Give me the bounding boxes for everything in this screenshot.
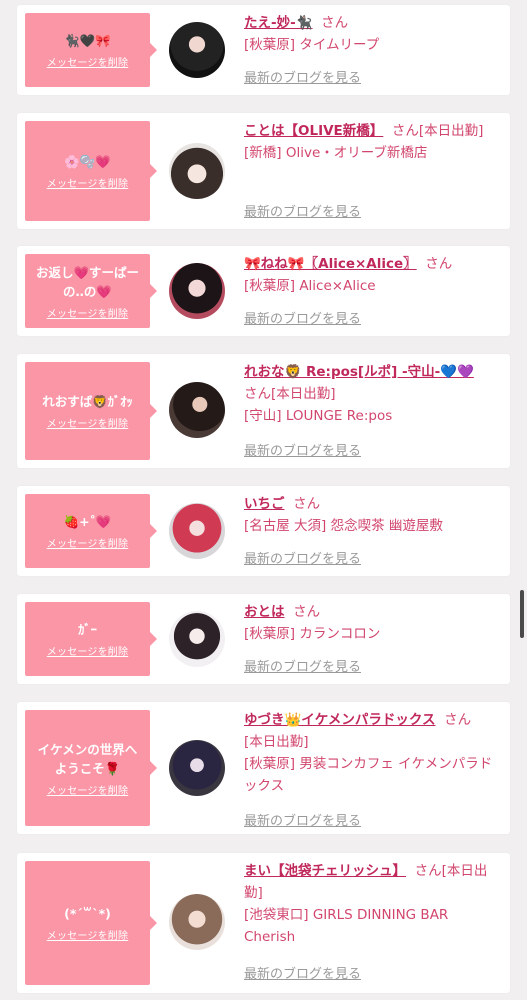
shop-name: [池袋東口] GIRLS DINNING BAR Cherish (244, 907, 449, 945)
message-bubble: 🌸🫧💗 メッセージを削除 (25, 121, 157, 221)
message-card: ｶﾞｰ メッセージを削除 おとは さん [秋葉原] カランコロン 最新のブログを… (17, 594, 510, 684)
shop-name: [新橋] Olive・オリーブ新橋店 (244, 145, 428, 161)
honorific: さん (244, 386, 271, 402)
honorific: さん (321, 15, 349, 31)
avatar[interactable] (169, 263, 225, 319)
message-bubble: ｶﾞｰ メッセージを削除 (25, 602, 157, 676)
honorific: さん (293, 604, 321, 620)
avatar[interactable] (169, 22, 225, 78)
message-card: イケメンの世界へようこそ🌹 メッセージを削除 ゆづき👑イケメンパラドックス さん… (17, 702, 510, 834)
card-info: たえ-妙-🐈‍⬛ さん [秋葉原] タイムリープ (244, 12, 502, 56)
delete-message-link[interactable]: メッセージを削除 (47, 54, 128, 69)
message-bubble: お返し💗すーぱーの‥の💗 メッセージを削除 (25, 254, 157, 328)
message-bubble: (*´꒳`*) メッセージを削除 (25, 861, 157, 985)
message-card: 🐈‍⬛🖤🎀 メッセージを削除 たえ-妙-🐈‍⬛ さん [秋葉原] タイムリープ … (17, 5, 510, 95)
cast-name-link[interactable]: たえ-妙-🐈‍⬛ (244, 15, 313, 31)
cast-name-link[interactable]: 🎀ねね🎀〖Alice×Alice〗 (244, 256, 417, 272)
latest-blog-link[interactable]: 最新のブログを見る (244, 201, 361, 220)
honorific: さん (414, 863, 442, 879)
status-label: [本日出勤] (244, 734, 309, 750)
latest-blog-link[interactable]: 最新のブログを見る (244, 308, 361, 327)
avatar[interactable] (169, 894, 225, 950)
card-info: いちご さん [名古屋 大須] 怨念喫茶 幽遊屋敷 (244, 493, 502, 537)
honorific: さん (444, 712, 472, 728)
shop-name: [秋葉原] Alice×Alice (244, 278, 376, 294)
delete-message-link[interactable]: メッセージを削除 (47, 175, 128, 190)
delete-message-link[interactable]: メッセージを削除 (47, 305, 128, 320)
shop-name: [守山] LOUNGE Re:pos (244, 408, 393, 424)
cast-name-link[interactable]: まい【池袋チェリッシュ】 (244, 863, 406, 879)
message-text: (*´꒳`*) (64, 906, 111, 921)
message-bubble: 🐈‍⬛🖤🎀 メッセージを削除 (25, 13, 157, 87)
scrollbar-thumb[interactable] (520, 590, 524, 638)
shop-name: [名古屋 大須] 怨念喫茶 幽遊屋敷 (244, 518, 443, 534)
avatar[interactable] (169, 382, 225, 438)
message-text: イケメンの世界へようこそ🌹 (37, 741, 138, 776)
delete-message-link[interactable]: メッセージを削除 (47, 535, 128, 550)
card-info: ことは【OLIVE新橋】 さん[本日出勤] [新橋] Olive・オリーブ新橋店 (244, 120, 502, 164)
status-label: [本日出勤] (418, 123, 484, 139)
message-text: 🌸🫧💗 (64, 154, 111, 169)
delete-message-link[interactable]: メッセージを削除 (47, 782, 128, 797)
cast-name-link[interactable]: いちご (244, 496, 285, 512)
message-card: (*´꒳`*) メッセージを削除 まい【池袋チェリッシュ】 さん[本日出勤] [… (17, 853, 510, 993)
card-info: ゆづき👑イケメンパラドックス さん [本日出勤] [秋葉原] 男装コンカフェ イ… (244, 709, 502, 797)
message-text: 🍓+˚💗 (63, 514, 112, 529)
shop-name: [秋葉原] タイムリープ (244, 37, 380, 53)
message-bubble: イケメンの世界へようこそ🌹 メッセージを削除 (25, 710, 157, 826)
latest-blog-link[interactable]: 最新のブログを見る (244, 67, 361, 86)
card-info: まい【池袋チェリッシュ】 さん[本日出勤] [池袋東口] GIRLS DINNI… (244, 860, 502, 948)
card-info: おとは さん [秋葉原] カランコロン (244, 601, 502, 645)
avatar[interactable] (169, 611, 225, 667)
latest-blog-link[interactable]: 最新のブログを見る (244, 810, 361, 829)
message-bubble: れおすば🦁ｶﾞｵｯ メッセージを削除 (25, 362, 157, 460)
message-card: 🍓+˚💗 メッセージを削除 いちご さん [名古屋 大須] 怨念喫茶 幽遊屋敷 … (17, 486, 510, 576)
cast-name-link[interactable]: ことは【OLIVE新橋】 (244, 123, 383, 139)
honorific: さん (391, 123, 419, 139)
card-info: 🎀ねね🎀〖Alice×Alice〗 さん [秋葉原] Alice×Alice (244, 253, 502, 297)
latest-blog-link[interactable]: 最新のブログを見る (244, 548, 361, 567)
message-card: 🌸🫧💗 メッセージを削除 ことは【OLIVE新橋】 さん[本日出勤] [新橋] … (17, 113, 510, 229)
card-info: れおな🦁 Re:pos[ルポ] -守山-💙💜 さん[本日出勤] [守山] LOU… (244, 361, 502, 427)
avatar[interactable] (169, 740, 225, 796)
shop-name: [秋葉原] 男装コンカフェ イケメンパラドックス (244, 756, 493, 794)
honorific: さん (293, 496, 321, 512)
delete-message-link[interactable]: メッセージを削除 (47, 643, 128, 658)
honorific: さん (425, 256, 453, 272)
delete-message-link[interactable]: メッセージを削除 (47, 927, 128, 942)
shop-name: [秋葉原] カランコロン (244, 626, 381, 642)
message-card: お返し💗すーぱーの‥の💗 メッセージを削除 🎀ねね🎀〖Alice×Alice〗 … (17, 246, 510, 336)
avatar[interactable] (169, 143, 225, 199)
message-text: ｶﾞｰ (78, 622, 97, 637)
delete-message-link[interactable]: メッセージを削除 (47, 415, 128, 430)
message-text: 🐈‍⬛🖤🎀 (64, 33, 111, 48)
message-bubble: 🍓+˚💗 メッセージを削除 (25, 494, 157, 568)
message-text: れおすば🦁ｶﾞｵｯ (42, 394, 133, 409)
status-label: [本日出勤] (271, 386, 336, 402)
avatar[interactable] (169, 503, 225, 559)
latest-blog-link[interactable]: 最新のブログを見る (244, 656, 361, 675)
cast-name-link[interactable]: ゆづき👑イケメンパラドックス (244, 712, 436, 728)
message-text: お返し💗すーぱーの‥の💗 (35, 264, 140, 299)
message-card: れおすば🦁ｶﾞｵｯ メッセージを削除 れおな🦁 Re:pos[ルポ] -守山-💙… (17, 354, 510, 468)
latest-blog-link[interactable]: 最新のブログを見る (244, 963, 361, 982)
cast-name-link[interactable]: おとは (244, 604, 285, 620)
cast-name-link[interactable]: れおな🦁 Re:pos[ルポ] -守山-💙💜 (244, 364, 474, 380)
latest-blog-link[interactable]: 最新のブログを見る (244, 440, 361, 459)
